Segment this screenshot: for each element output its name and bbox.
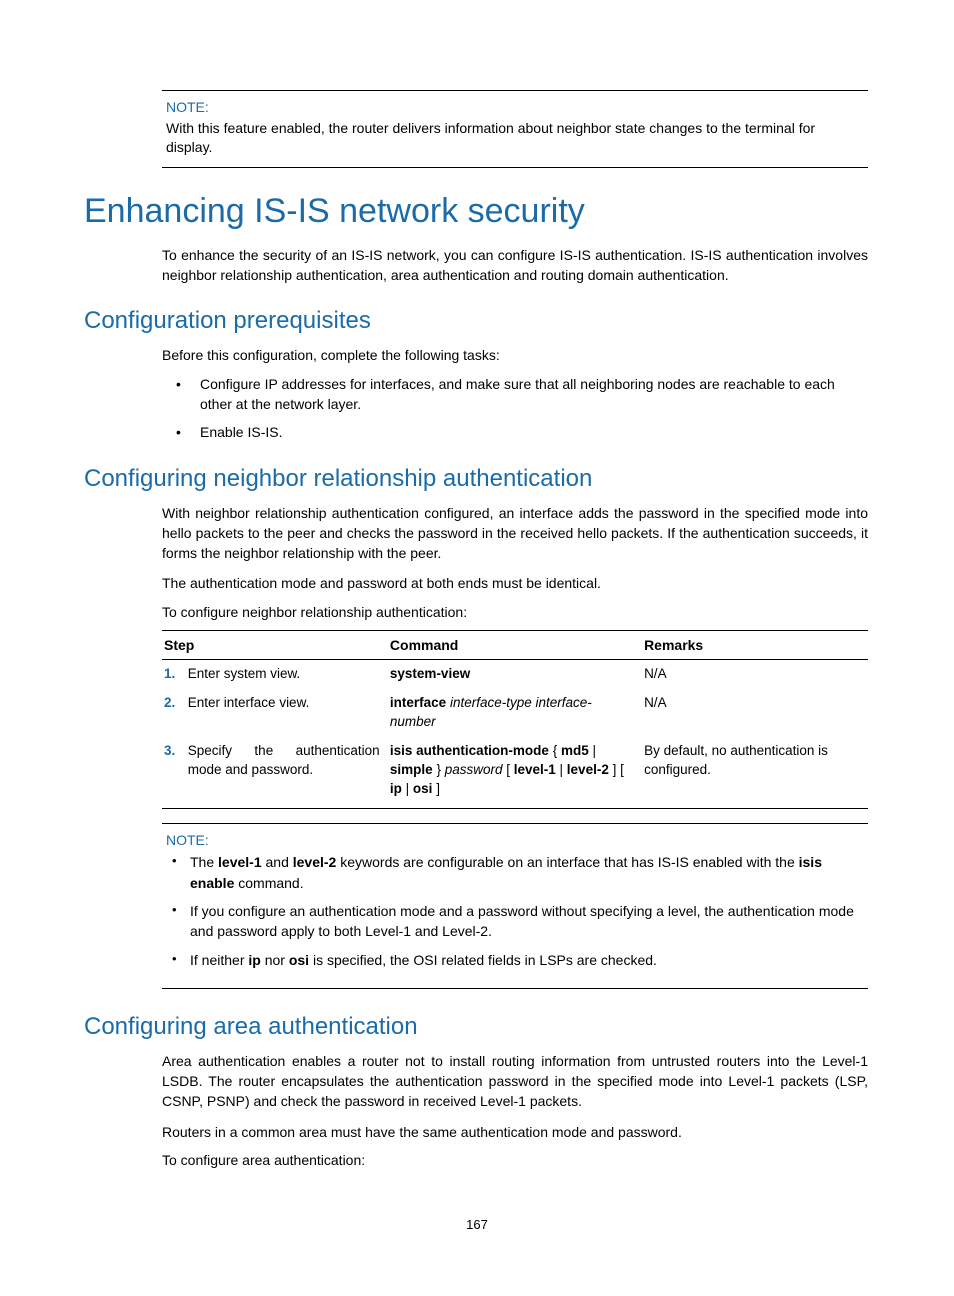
step-text: Specify the authentication mode and pass… bbox=[188, 742, 380, 780]
intro-paragraph: To enhance the security of an IS-IS netw… bbox=[162, 245, 868, 286]
note-text: With this feature enabled, the router de… bbox=[166, 119, 864, 157]
list-item: Enable IS-IS. bbox=[162, 422, 868, 442]
remarks-text: N/A bbox=[642, 689, 868, 737]
note-list: The level-1 and level-2 keywords are con… bbox=[166, 852, 864, 969]
list-item: The level-1 and level-2 keywords are con… bbox=[166, 852, 864, 893]
table-row: 2. Enter interface view. interface inter… bbox=[162, 689, 868, 737]
step-number: 3. bbox=[164, 742, 184, 761]
neighbor-p1: With neighbor relationship authenticatio… bbox=[162, 503, 868, 564]
step-number: 2. bbox=[164, 694, 184, 713]
table-row: 1. Enter system view. system-view N/A bbox=[162, 660, 868, 689]
neighbor-p2: The authentication mode and password at … bbox=[162, 573, 868, 593]
neighbor-p3: To configure neighbor relationship authe… bbox=[162, 602, 868, 622]
col-step: Step bbox=[162, 631, 388, 660]
step-text: Enter system view. bbox=[188, 665, 380, 684]
list-item: If you configure an authentication mode … bbox=[166, 901, 864, 942]
heading-neighbor-auth: Configuring neighbor relationship authen… bbox=[84, 465, 868, 493]
list-item: Configure IP addresses for interfaces, a… bbox=[162, 374, 868, 415]
cmd-composite: isis authentication-mode { md5 | simple … bbox=[388, 737, 642, 809]
col-remarks: Remarks bbox=[642, 631, 868, 660]
page-number: 167 bbox=[0, 1217, 954, 1232]
prereq-list: Configure IP addresses for interfaces, a… bbox=[162, 374, 868, 443]
heading-area-auth: Configuring area authentication bbox=[84, 1013, 868, 1041]
area-p2: Routers in a common area must have the s… bbox=[162, 1122, 868, 1142]
table-row: 3. Specify the authentication mode and p… bbox=[162, 737, 868, 809]
command-table: Step Command Remarks 1. Enter system vie… bbox=[162, 630, 868, 809]
cmd-text: interface bbox=[390, 695, 446, 710]
list-item: If neither ip nor osi is specified, the … bbox=[166, 950, 864, 970]
area-p3: To configure area authentication: bbox=[162, 1150, 868, 1170]
heading-h1: Enhancing IS-IS network security bbox=[84, 192, 868, 231]
remarks-text: By default, no authentication is configu… bbox=[642, 737, 868, 809]
note-label: NOTE: bbox=[166, 99, 864, 115]
prereq-lead: Before this configuration, complete the … bbox=[162, 345, 868, 365]
remarks-text: N/A bbox=[642, 660, 868, 689]
step-number: 1. bbox=[164, 665, 184, 684]
table-header-row: Step Command Remarks bbox=[162, 631, 868, 660]
note-box-top: NOTE: With this feature enabled, the rou… bbox=[162, 90, 868, 168]
cmd-text: system-view bbox=[390, 666, 470, 681]
col-command: Command bbox=[388, 631, 642, 660]
step-text: Enter interface view. bbox=[188, 694, 380, 713]
note-label: NOTE: bbox=[166, 832, 864, 848]
note-box-bottom: NOTE: The level-1 and level-2 keywords a… bbox=[162, 823, 868, 988]
heading-prerequisites: Configuration prerequisites bbox=[84, 307, 868, 335]
area-p1: Area authentication enables a router not… bbox=[162, 1051, 868, 1112]
